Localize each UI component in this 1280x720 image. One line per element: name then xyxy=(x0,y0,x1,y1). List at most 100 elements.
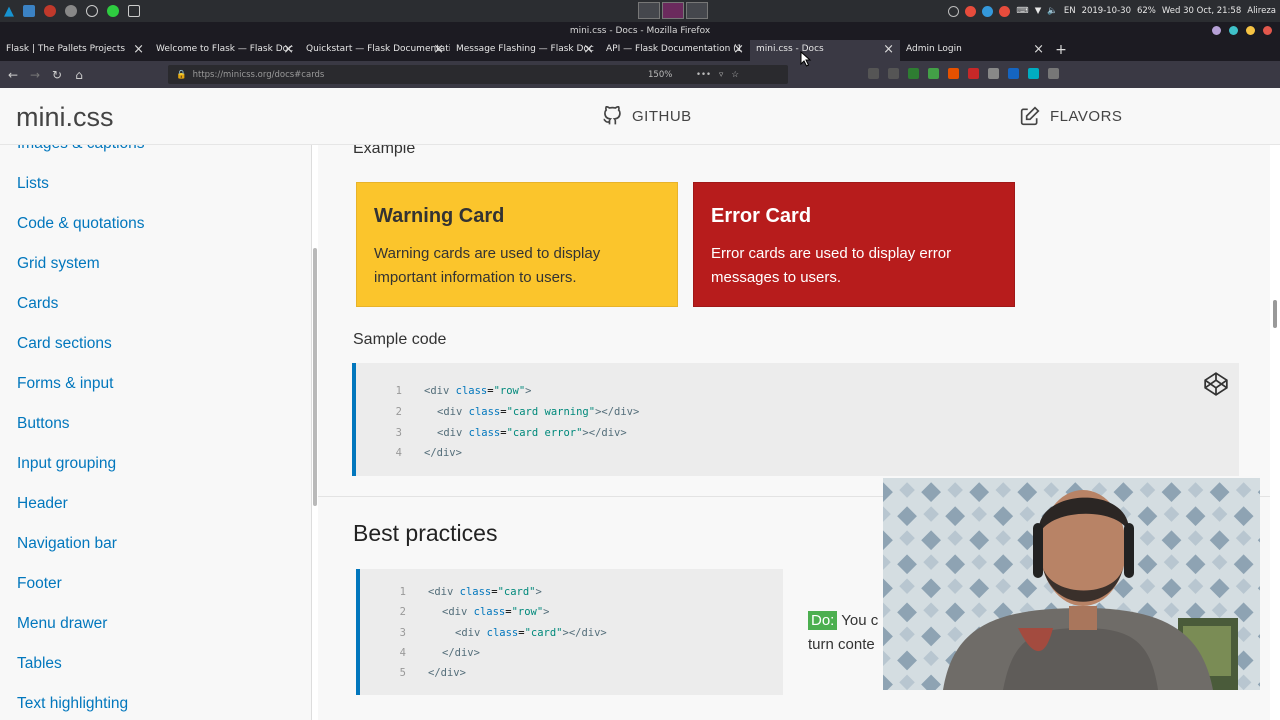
tab-api-flask[interactable]: API — Flask Documentation (1 × xyxy=(600,40,750,61)
workspace-switcher[interactable] xyxy=(638,2,708,19)
tab-label: Welcome to Flask — Flask Doc xyxy=(156,44,294,54)
close-icon[interactable]: × xyxy=(283,42,294,57)
recording-icon[interactable] xyxy=(999,5,1011,17)
volume-icon[interactable]: 🔈 xyxy=(1047,6,1058,16)
menu-icon[interactable] xyxy=(1048,68,1059,79)
sidebar-scrollbar[interactable] xyxy=(313,248,317,506)
sidebar-item-input-grouping[interactable]: Input grouping xyxy=(17,455,116,473)
keyboard-icon[interactable]: ⌨ xyxy=(1016,6,1028,16)
extension-icon[interactable] xyxy=(988,68,999,79)
window-icon[interactable] xyxy=(128,5,140,17)
pocket-icon[interactable]: ▿ xyxy=(719,70,723,80)
close-icon[interactable]: × xyxy=(883,42,894,57)
sidebar-item-tables[interactable]: Tables xyxy=(17,655,62,673)
tab-label: Admin Login xyxy=(906,44,962,54)
notification-icon[interactable] xyxy=(965,5,977,17)
close-icon[interactable]: × xyxy=(1033,42,1044,57)
workspace-2[interactable] xyxy=(662,2,684,19)
github-icon xyxy=(603,106,621,125)
bookmark-star-icon[interactable]: ☆ xyxy=(731,70,739,80)
tab-welcome-flask[interactable]: Welcome to Flask — Flask Doc × xyxy=(150,40,300,61)
code-line: </div> xyxy=(428,667,466,679)
files-icon[interactable] xyxy=(23,5,35,17)
reload-button[interactable]: ↻ xyxy=(46,68,68,82)
sidebar-item-lists[interactable]: Lists xyxy=(17,175,49,193)
green-app-icon[interactable] xyxy=(107,5,119,17)
extension-icon[interactable] xyxy=(968,68,979,79)
flavors-link[interactable]: FLAVORS xyxy=(1020,106,1122,126)
tab-quickstart[interactable]: Quickstart — Flask Documentati × xyxy=(300,40,450,61)
chat-icon[interactable] xyxy=(982,5,994,17)
sidebar-item-header[interactable]: Header xyxy=(17,495,68,513)
nav-toolbar: ← → ↻ ⌂ 🔒 https://minicss.org/docs#cards… xyxy=(0,61,1280,88)
page-actions-icon[interactable]: ••• xyxy=(696,70,711,80)
os-top-panel: ▲ ⌨ ▼ 🔈 EN 2019-10-30 62% Wed 30 Oct, 21… xyxy=(0,0,1280,22)
restore-button[interactable] xyxy=(1246,26,1255,35)
flavors-label: FLAVORS xyxy=(1050,107,1123,125)
sidebar-icon[interactable] xyxy=(888,68,899,79)
extension-icon[interactable] xyxy=(1008,68,1019,79)
url-bar[interactable]: 🔒 https://minicss.org/docs#cards 150% ••… xyxy=(168,65,788,84)
close-icon[interactable]: × xyxy=(133,42,144,57)
line-number: 3 xyxy=(399,627,406,639)
tab-label: Flask | The Pallets Projects xyxy=(6,44,126,54)
warning-card: Warning Card Warning cards are used to d… xyxy=(356,182,678,307)
tab-label: API — Flask Documentation (1 xyxy=(606,44,743,54)
site-logo[interactable]: mini.css xyxy=(16,102,114,133)
sidebar-item-footer[interactable]: Footer xyxy=(17,575,62,593)
color-picker-icon[interactable] xyxy=(65,5,77,17)
github-label: GITHUB xyxy=(632,107,692,125)
lock-icon[interactable]: 🔒 xyxy=(176,70,187,80)
sidebar-item-buttons[interactable]: Buttons xyxy=(17,415,70,433)
sidebar-item-navigation-bar[interactable]: Navigation bar xyxy=(17,535,117,553)
minimize-button[interactable] xyxy=(1212,26,1221,35)
code-line: <div class="card error"></div> xyxy=(437,427,627,439)
workspace-3[interactable] xyxy=(686,2,708,19)
main-scrollbar[interactable] xyxy=(1273,300,1277,328)
library-icon[interactable] xyxy=(868,68,879,79)
tab-flask-pallets[interactable]: Flask | The Pallets Projects × xyxy=(0,40,150,61)
example-heading: Example xyxy=(353,145,416,157)
sidebar-item-text-highlighting[interactable]: Text highlighting xyxy=(17,695,128,713)
lang-indicator[interactable]: EN xyxy=(1064,6,1076,16)
workspace-1[interactable] xyxy=(638,2,660,19)
sidebar-item-images-captions[interactable]: Images & captions xyxy=(17,145,145,153)
close-window-button[interactable] xyxy=(1263,26,1272,35)
arch-menu-icon[interactable]: ▲ xyxy=(4,4,14,19)
new-tab-button[interactable]: + xyxy=(1050,40,1072,61)
do-badge: Do: xyxy=(808,611,838,630)
line-number: 5 xyxy=(399,667,406,679)
close-icon[interactable]: × xyxy=(733,42,744,57)
code-line: <div class="card warning"></div> xyxy=(437,406,640,418)
user-label[interactable]: Alireza xyxy=(1247,6,1276,16)
home-button[interactable]: ⌂ xyxy=(68,68,90,82)
settings-launcher-icon[interactable] xyxy=(86,5,98,17)
extension-icon[interactable] xyxy=(948,68,959,79)
line-number: 4 xyxy=(395,447,402,459)
sidebar-item-cards[interactable]: Cards xyxy=(17,295,58,313)
tab-message-flashing[interactable]: Message Flashing — Flask Doc × xyxy=(450,40,600,61)
sidebar-item-code-quotations[interactable]: Code & quotations xyxy=(17,215,145,233)
tray-icon[interactable] xyxy=(948,5,960,17)
tab-admin-login[interactable]: Admin Login × xyxy=(900,40,1050,61)
sidebar-item-menu-drawer[interactable]: Menu drawer xyxy=(17,615,107,633)
close-icon[interactable]: × xyxy=(433,42,444,57)
codepen-icon[interactable] xyxy=(1203,371,1229,397)
close-icon[interactable]: × xyxy=(583,42,594,57)
back-button[interactable]: ← xyxy=(2,68,24,82)
wifi-icon[interactable]: ▼ xyxy=(1035,6,1042,16)
sidebar-item-grid-system[interactable]: Grid system xyxy=(17,255,100,273)
forward-button[interactable]: → xyxy=(24,68,46,82)
maximize-button[interactable] xyxy=(1229,26,1238,35)
extension-icon[interactable] xyxy=(1028,68,1039,79)
sidebar-item-card-sections[interactable]: Card sections xyxy=(17,335,112,353)
url-text[interactable]: https://minicss.org/docs#cards xyxy=(193,70,325,80)
zoom-level[interactable]: 150% xyxy=(648,70,672,80)
tab-minicss-docs[interactable]: mini.css - Docs × xyxy=(750,40,900,61)
browser-launcher-icon[interactable] xyxy=(44,5,56,17)
github-link[interactable]: GITHUB xyxy=(602,106,692,126)
sidebar-item-forms-input[interactable]: Forms & input xyxy=(17,375,113,393)
clock-label[interactable]: Wed 30 Oct, 21:58 xyxy=(1162,6,1241,16)
extension-icon[interactable] xyxy=(928,68,939,79)
extension-icon[interactable] xyxy=(908,68,919,79)
